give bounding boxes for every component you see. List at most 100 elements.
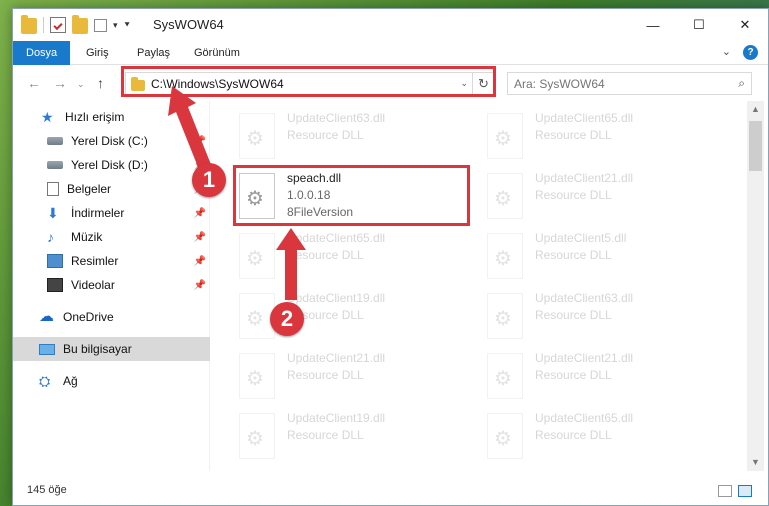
sidebar-item-quick-access[interactable]: ★ Hızlı erişim (13, 105, 210, 129)
pin-icon[interactable]: 📌 (194, 256, 206, 267)
file-name: UpdateClient63.dll (287, 111, 386, 125)
sidebar-item-label: Ağ (63, 374, 78, 388)
address-highlight-box (121, 66, 496, 97)
sidebar-item-network[interactable]: ⛭ Ağ (13, 369, 210, 393)
file-highlight-box (233, 165, 470, 226)
file-type: Resource DLL (535, 128, 612, 142)
scroll-up-icon[interactable]: ▲ (747, 101, 764, 118)
dll-file-icon (239, 233, 275, 279)
forward-arrow-icon[interactable]: → (53, 75, 67, 91)
help-icon[interactable]: ? (743, 45, 758, 60)
item-count: 145 öğe (27, 484, 67, 496)
new-folder-icon[interactable] (72, 15, 88, 34)
music-icon: ♪ (47, 229, 54, 245)
sidebar-item-onedrive[interactable]: ☁ OneDrive (13, 305, 210, 329)
details-view-icon[interactable] (718, 485, 732, 497)
file-type: Resource DLL (535, 428, 612, 442)
dll-file-icon (487, 173, 523, 219)
sidebar-item-music[interactable]: ♪ Müzik 📌 (13, 225, 210, 249)
sidebar-item-documents[interactable]: Belgeler 📌 (13, 177, 210, 201)
pin-icon[interactable]: 📌 (194, 136, 206, 147)
ribbon-tabs: Dosya Giriş Paylaş Görünüm ⌄ ? (13, 41, 768, 65)
documents-icon (47, 182, 59, 196)
file-name: UpdateClient5.dll (535, 231, 627, 245)
file-type: Resource DLL (287, 128, 364, 142)
file-name: UpdateClient19.dll (287, 291, 386, 305)
title-bar: ▾ ⯆ SysWOW64 — ☐ ✕ (13, 9, 768, 41)
pin-icon[interactable]: 📌 (194, 280, 206, 291)
recent-locations-icon[interactable]: ⌄ (77, 79, 85, 90)
toolbar-dropdown-icon[interactable]: ⯆ (124, 20, 131, 31)
scroll-down-icon[interactable]: ▼ (747, 454, 764, 471)
file-name: UpdateClient65.dll (287, 231, 386, 245)
up-arrow-icon[interactable]: ↑ (97, 75, 104, 91)
dll-file-icon (239, 353, 275, 399)
file-item[interactable]: UpdateClient5.dll Resource DLL (487, 231, 727, 287)
status-bar: 145 öğe (13, 475, 768, 505)
search-icon: ⌕ (738, 76, 745, 90)
tab-file[interactable]: Dosya (13, 41, 71, 65)
sidebar-item-label: OneDrive (63, 310, 114, 324)
file-item[interactable]: UpdateClient19.dll Resource DLL (239, 411, 479, 467)
file-name: UpdateClient21.dll (535, 351, 634, 365)
sidebar-item-local-disk-c[interactable]: Yerel Disk (C:) 📌 (13, 129, 210, 153)
file-type: Resource DLL (287, 248, 364, 262)
file-type: Resource DLL (287, 428, 364, 442)
sidebar-item-label: Belgeler (67, 182, 112, 196)
sidebar-item-label: Videolar (71, 278, 115, 292)
window-title: SysWOW64 (153, 17, 224, 32)
pin-icon[interactable]: 📌 (194, 232, 206, 243)
sidebar-item-label: Bu bilgisayar (63, 342, 132, 356)
scroll-thumb[interactable] (749, 121, 762, 171)
dll-file-icon (487, 293, 523, 339)
properties-icon[interactable] (50, 17, 66, 33)
sidebar-item-local-disk-d[interactable]: Yerel Disk (D:) 📌 (13, 153, 210, 177)
star-icon: ★ (41, 109, 54, 125)
vertical-scrollbar[interactable]: ▲ ▼ (747, 101, 764, 471)
file-item[interactable]: UpdateClient65.dll Resource DLL (487, 411, 727, 467)
file-type: Resource DLL (535, 188, 612, 202)
file-item[interactable]: UpdateClient65.dll Resource DLL (487, 111, 727, 167)
tab-home[interactable]: Giriş (86, 41, 109, 65)
close-button[interactable]: ✕ (722, 9, 768, 41)
minimize-button[interactable]: — (630, 9, 676, 41)
folder-icon (21, 15, 37, 34)
file-list: UpdateClient63.dll Resource DLL speach.d… (211, 101, 747, 471)
file-type: Resource DLL (535, 308, 612, 322)
file-item[interactable]: UpdateClient21.dll Resource DLL (487, 171, 727, 227)
customize-toolbar-icon[interactable] (94, 18, 107, 32)
large-icons-view-icon[interactable] (738, 485, 752, 497)
sidebar-item-videos[interactable]: Videolar 📌 (13, 273, 210, 297)
search-input[interactable] (514, 76, 724, 92)
back-arrow-icon[interactable]: ← (27, 75, 41, 91)
window-controls: — ☐ ✕ (630, 9, 768, 41)
sidebar-item-label: Resimler (71, 254, 119, 268)
file-name: UpdateClient65.dll (535, 111, 634, 125)
file-item[interactable]: UpdateClient21.dll Resource DLL (487, 351, 727, 407)
sidebar-item-label: Müzik (71, 230, 103, 244)
file-item[interactable]: UpdateClient63.dll Resource DLL (239, 111, 479, 167)
search-box[interactable]: ⌕ (507, 72, 752, 95)
dll-file-icon (487, 353, 523, 399)
dll-file-icon (487, 413, 523, 459)
file-item[interactable]: UpdateClient63.dll Resource DLL (487, 291, 727, 347)
toolbar-divider (43, 17, 44, 33)
file-item[interactable]: UpdateClient65.dll Resource DLL (239, 231, 479, 287)
navigation-pane: ★ Hızlı erişim Yerel Disk (C:) 📌 Yerel D… (13, 101, 210, 471)
dll-file-icon (239, 413, 275, 459)
quick-access-toolbar: ▾ ⯆ (21, 15, 131, 34)
dll-file-icon (487, 113, 523, 159)
pictures-icon (47, 254, 63, 268)
pin-icon[interactable]: 📌 (194, 208, 206, 219)
chevron-down-icon[interactable]: ▾ (113, 20, 118, 31)
sidebar-item-this-pc[interactable]: Bu bilgisayar (13, 337, 210, 361)
tab-view[interactable]: Görünüm (194, 41, 240, 65)
file-type: Resource DLL (287, 368, 364, 382)
tab-share[interactable]: Paylaş (137, 41, 170, 65)
expand-ribbon-icon[interactable]: ⌄ (722, 45, 731, 60)
maximize-button[interactable]: ☐ (676, 9, 722, 41)
file-type: Resource DLL (535, 248, 612, 262)
file-item[interactable]: UpdateClient21.dll Resource DLL (239, 351, 479, 407)
sidebar-item-pictures[interactable]: Resimler 📌 (13, 249, 210, 273)
sidebar-item-downloads[interactable]: ⬇ İndirmeler 📌 (13, 201, 210, 225)
